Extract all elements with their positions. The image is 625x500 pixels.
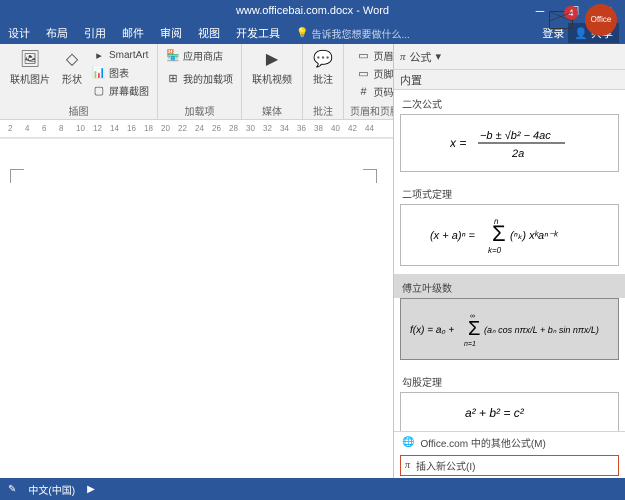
svg-text:−b ± √b² − 4ac: −b ± √b² − 4ac bbox=[480, 130, 551, 142]
equation-pythagorean[interactable]: a² + b² = c² bbox=[400, 392, 619, 431]
smartart-icon: ▸ bbox=[92, 48, 106, 62]
screenshot-button[interactable]: ▢屏幕截图 bbox=[90, 82, 151, 99]
addins-icon: ⊞ bbox=[166, 72, 180, 86]
pagenumber-button[interactable]: #页码 bbox=[355, 83, 396, 100]
store-icon: 🏪 bbox=[166, 49, 180, 63]
equation-quadratic[interactable]: x = −b ± √b² − 4ac 2a bbox=[400, 114, 619, 172]
office-logo[interactable]: Office bbox=[585, 4, 617, 36]
svg-text:n=1: n=1 bbox=[464, 341, 476, 348]
equation-header[interactable]: π公式▾ bbox=[394, 44, 625, 70]
picture-icon: 🖼 bbox=[20, 49, 40, 69]
office-icon: 🌐 bbox=[402, 437, 414, 448]
footer-icon: ▭ bbox=[357, 67, 371, 81]
ribbon-group-illustrations: 🖼联机图片 ◇形状 ▸SmartArt 📊图表 ▢屏幕截图 插图 bbox=[0, 44, 158, 119]
status-macros-icon[interactable]: ▶ bbox=[87, 484, 95, 495]
equation-category: 内置 bbox=[394, 70, 625, 90]
top-right-icons: 4 Office bbox=[549, 4, 617, 36]
equation-binomial[interactable]: (x + a)ⁿ =Σnk=0(ⁿₖ) xᵏaⁿ⁻ᵏ bbox=[400, 204, 619, 266]
my-addins-button[interactable]: ⊞我的加载项 bbox=[164, 70, 235, 87]
tab-design[interactable]: 设计 bbox=[0, 22, 38, 44]
lightbulb-icon: 💡 bbox=[296, 28, 308, 39]
equation-list: 二次公式 x = −b ± √b² − 4ac 2a 二项式定理 (x + a)ⁿ … bbox=[394, 90, 625, 431]
svg-text:(aₙ cos nπx/L + bₙ sin nπx/L): (aₙ cos nπx/L + bₙ sin nπx/L) bbox=[484, 325, 599, 335]
ribbon-group-addins: 🏪应用商店 ⊞我的加载项 加载项 bbox=[158, 44, 242, 119]
tell-me[interactable]: 💡告诉我您想要做什么... bbox=[296, 26, 410, 41]
group-label: 插图 bbox=[69, 103, 89, 118]
svg-text:n: n bbox=[494, 217, 499, 226]
equation-panel: π公式▾ 内置 二次公式 x = −b ± √b² − 4ac 2a 二项式定理 (… bbox=[393, 44, 625, 478]
equation-title: 二次公式 bbox=[394, 90, 625, 114]
store-button[interactable]: 🏪应用商店 bbox=[164, 47, 235, 64]
chart-button[interactable]: 📊图表 bbox=[90, 64, 151, 81]
group-label: 媒体 bbox=[262, 103, 282, 118]
statusbar: ✎ 中文(中国) ▶ bbox=[0, 478, 625, 500]
svg-text:x =: x = bbox=[450, 136, 466, 150]
more-equations-link[interactable]: 🌐Office.com 中的其他公式(M) bbox=[394, 432, 625, 453]
equation-title: 勾股定理 bbox=[394, 368, 625, 392]
screenshot-icon: ▢ bbox=[92, 84, 106, 98]
equation-title: 傅立叶级数 bbox=[394, 274, 625, 298]
svg-text:Σ: Σ bbox=[468, 318, 480, 340]
window-title: www.officebai.com.docx - Word bbox=[236, 5, 389, 17]
svg-text:f(x) = a₀ +: f(x) = a₀ + bbox=[410, 325, 454, 336]
video-icon: ▶ bbox=[262, 49, 282, 69]
status-spellcheck-icon[interactable]: ✎ bbox=[8, 484, 16, 495]
svg-text:k=0: k=0 bbox=[488, 246, 502, 255]
equation-footer: 🌐Office.com 中的其他公式(M) π插入新公式(I) bbox=[394, 431, 625, 478]
pi-icon: π bbox=[405, 460, 410, 471]
shapes-icon: ◇ bbox=[62, 49, 82, 69]
chevron-down-icon: ▾ bbox=[436, 50, 442, 63]
smartart-button[interactable]: ▸SmartArt bbox=[90, 47, 151, 63]
titlebar: www.officebai.com.docx - Word ─ ☐ ✕ bbox=[0, 0, 625, 22]
tab-references[interactable]: 引用 bbox=[76, 22, 114, 44]
group-label: 批注 bbox=[313, 103, 333, 118]
ribbon-tabs: 设计 布局 引用 邮件 审阅 视图 开发工具 💡告诉我您想要做什么... 登录 … bbox=[0, 22, 625, 44]
header-icon: ▭ bbox=[357, 49, 371, 63]
svg-text:(x + a)ⁿ =: (x + a)ⁿ = bbox=[430, 230, 476, 242]
tab-view[interactable]: 视图 bbox=[190, 22, 228, 44]
tab-developer[interactable]: 开发工具 bbox=[228, 22, 288, 44]
svg-text:a² + b² = c²: a² + b² = c² bbox=[465, 406, 525, 420]
svg-text:2a: 2a bbox=[511, 148, 524, 160]
shapes-button[interactable]: ◇形状 bbox=[58, 47, 86, 88]
comment-button[interactable]: 💬批注 bbox=[309, 47, 337, 88]
svg-text:∞: ∞ bbox=[470, 313, 475, 320]
ribbon-group-comments: 💬批注 批注 bbox=[303, 44, 344, 119]
tab-mailings[interactable]: 邮件 bbox=[114, 22, 152, 44]
insert-new-equation[interactable]: π插入新公式(I) bbox=[400, 455, 619, 476]
chart-icon: 📊 bbox=[92, 66, 106, 80]
svg-text:(ⁿₖ) xᵏaⁿ⁻ᵏ: (ⁿₖ) xᵏaⁿ⁻ᵏ bbox=[510, 230, 559, 242]
equation-title: 二项式定理 bbox=[394, 180, 625, 204]
tab-layout[interactable]: 布局 bbox=[38, 22, 76, 44]
mail-badge: 4 bbox=[564, 6, 578, 20]
equation-fourier[interactable]: f(x) = a₀ + Σ∞ n=1 (aₙ cos nπx/L + bₙ sin n… bbox=[400, 298, 619, 360]
status-language[interactable]: 中文(中国) bbox=[28, 482, 75, 497]
comment-icon: 💬 bbox=[313, 49, 333, 69]
header-button[interactable]: ▭页眉 bbox=[355, 47, 396, 64]
footer-button[interactable]: ▭页脚 bbox=[355, 65, 396, 82]
group-label: 加载项 bbox=[185, 103, 215, 118]
page-corner bbox=[363, 169, 377, 183]
pagenum-icon: # bbox=[357, 85, 371, 99]
ribbon-group-media: ▶联机视频 媒体 bbox=[242, 44, 303, 119]
pi-icon: π bbox=[400, 51, 406, 63]
online-pictures-button[interactable]: 🖼联机图片 bbox=[6, 47, 54, 88]
page-corner bbox=[10, 169, 24, 183]
tab-review[interactable]: 审阅 bbox=[152, 22, 190, 44]
online-video-button[interactable]: ▶联机视频 bbox=[248, 47, 296, 88]
mail-icon[interactable]: 4 bbox=[549, 11, 573, 29]
